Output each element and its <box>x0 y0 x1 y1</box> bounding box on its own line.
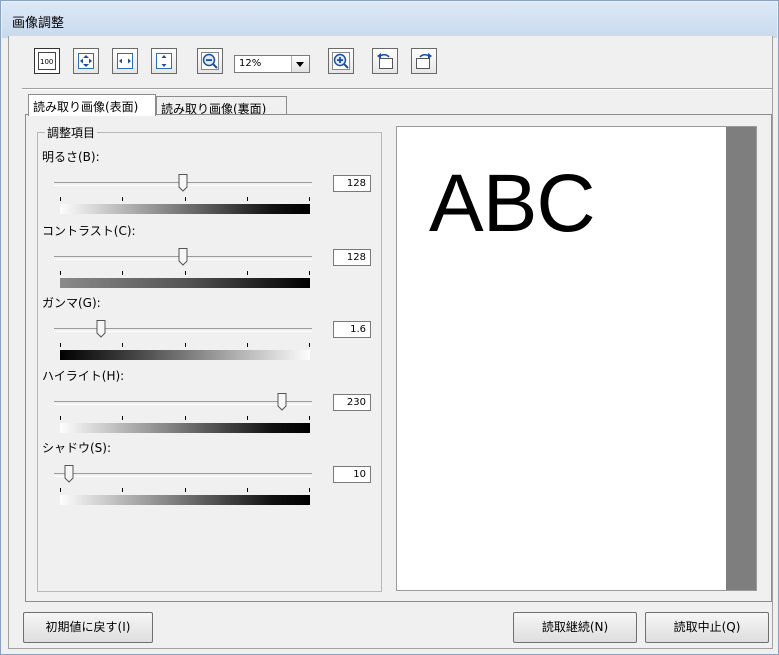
slider-value-field[interactable]: 128 <box>333 175 371 192</box>
slider-tick <box>122 343 123 347</box>
slider-track[interactable] <box>54 473 312 477</box>
tab-back[interactable]: 読み取り画像(裏面) <box>156 96 287 116</box>
slider-tick <box>309 197 310 201</box>
slider-tick <box>309 488 310 492</box>
slider-thumb[interactable] <box>277 393 287 411</box>
image-preview: ABC <box>396 126 757 591</box>
svg-text:100: 100 <box>40 58 53 66</box>
slider-tick <box>60 197 61 201</box>
slider-value-field[interactable]: 230 <box>333 394 371 411</box>
reset-defaults-button[interactable]: 初期値に戻す(I) <box>23 612 153 643</box>
slider-tick <box>247 416 248 420</box>
zoom-in-button[interactable] <box>328 48 354 74</box>
title-bar: 画像調整 <box>2 2 777 38</box>
slider-tick <box>309 271 310 275</box>
rotate-right-button[interactable] <box>411 48 437 74</box>
zoom-out-button[interactable] <box>197 48 223 74</box>
slider-tick <box>60 271 61 275</box>
fit-page-icon <box>78 53 94 69</box>
slider-tick <box>309 343 310 347</box>
tab-front[interactable]: 読み取り画像(表面) <box>28 94 156 116</box>
rotate-right-icon <box>416 53 432 69</box>
slider-tick <box>185 416 186 420</box>
fit-page-button[interactable] <box>73 48 99 74</box>
slider-tick <box>309 416 310 420</box>
slider-tick <box>247 488 248 492</box>
slider-gradient-bar <box>60 495 310 505</box>
slider-tick <box>185 197 186 201</box>
slider-thumb[interactable] <box>178 174 188 192</box>
slider-tick <box>60 343 61 347</box>
slider-label: ガンマ(G): <box>42 296 101 310</box>
actual-size-icon: 100 <box>38 52 56 70</box>
adjustment-group-title: 調整項目 <box>45 124 98 141</box>
preview-text: ABC <box>429 158 596 249</box>
slider-tick <box>122 271 123 275</box>
slider-label: 明るさ(B): <box>42 150 100 164</box>
slider-track[interactable] <box>54 401 312 405</box>
slider-tick <box>247 197 248 201</box>
slider-value-field[interactable]: 10 <box>333 466 371 483</box>
tab-front-label: 読み取り画像(表面) <box>33 100 139 114</box>
preview-scrollbar[interactable] <box>726 127 756 590</box>
slider-tick <box>247 271 248 275</box>
slider-tick <box>247 343 248 347</box>
fit-height-button[interactable] <box>151 48 177 74</box>
zoom-in-icon <box>332 52 350 70</box>
slider-tick <box>60 416 61 420</box>
slider-thumb[interactable] <box>178 248 188 266</box>
slider-value-field[interactable]: 128 <box>333 249 371 266</box>
fit-width-button[interactable] <box>112 48 138 74</box>
slider-label: ハイライト(H): <box>42 369 125 383</box>
window-title: 画像調整 <box>12 16 65 31</box>
slider-tick <box>122 488 123 492</box>
slider-tick <box>185 343 186 347</box>
slider-label: コントラスト(C): <box>42 224 136 238</box>
slider-gradient-bar <box>60 423 310 433</box>
slider-track[interactable] <box>54 328 312 332</box>
slider-tick <box>60 488 61 492</box>
slider-tick <box>122 197 123 201</box>
slider-thumb[interactable] <box>96 320 106 338</box>
cancel-scan-button[interactable]: 読取中止(Q) <box>645 612 769 643</box>
zoom-out-icon <box>201 52 219 70</box>
chevron-down-icon[interactable] <box>291 56 309 72</box>
zoom-value: 12% <box>239 58 262 69</box>
adjustment-group <box>37 132 382 592</box>
continue-scan-button[interactable]: 読取継続(N) <box>513 612 637 643</box>
slider-tick <box>122 416 123 420</box>
slider-thumb[interactable] <box>64 465 74 483</box>
rotate-left-icon <box>377 53 393 69</box>
rotate-left-button[interactable] <box>372 48 398 74</box>
slider-tick <box>185 488 186 492</box>
fit-width-icon <box>117 53 133 69</box>
toolbar-separator <box>22 88 772 90</box>
slider-tick <box>185 271 186 275</box>
zoom-select[interactable]: 12% <box>234 55 310 73</box>
slider-gradient-bar <box>60 278 310 288</box>
slider-gradient-bar <box>60 204 310 214</box>
slider-label: シャドウ(S): <box>42 441 112 455</box>
actual-size-button[interactable]: 100 <box>34 48 60 74</box>
slider-gradient-bar <box>60 350 310 360</box>
slider-value-field[interactable]: 1.6 <box>333 321 371 338</box>
fit-height-icon <box>156 53 172 69</box>
